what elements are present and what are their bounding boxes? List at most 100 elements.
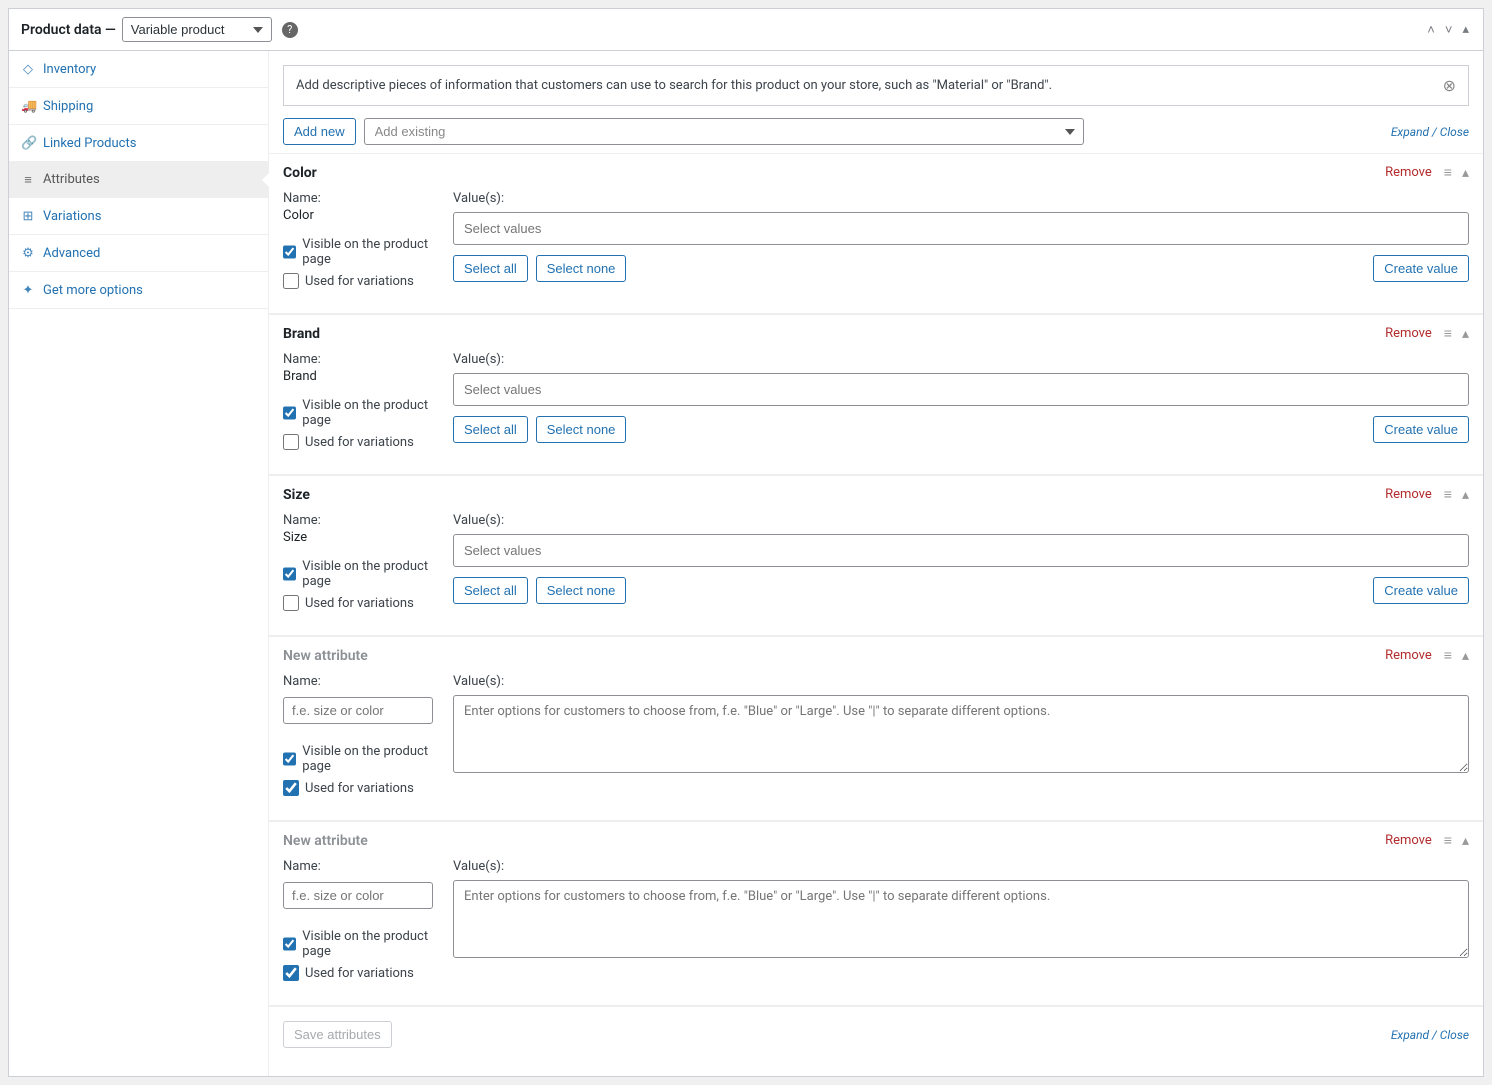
attribute-name-input[interactable]	[283, 882, 433, 909]
used-variations-checkbox-row[interactable]: Used for variations	[283, 965, 433, 981]
attribute-header[interactable]: Size Remove ≡ ▴	[269, 476, 1483, 513]
visible-checkbox-row[interactable]: Visible on the product page	[283, 559, 433, 589]
used-variations-checkbox[interactable]	[283, 965, 299, 981]
attribute-row: New attribute Remove ≡ ▴ Name: Visible o…	[269, 821, 1483, 1006]
panel-header-controls: ˄ ˅ ▴	[1425, 22, 1471, 38]
sidebar-item-attributes[interactable]: ≡ Attributes	[9, 162, 268, 198]
toggle-triangle-icon[interactable]: ▴	[1460, 22, 1471, 37]
visible-checkbox-row[interactable]: Visible on the product page	[283, 744, 433, 774]
product-data-panel: Product data — Variable product ? ˄ ˅ ▴ …	[8, 8, 1484, 1077]
sidebar-item-shipping[interactable]: 🚚 Shipping	[9, 88, 268, 125]
expand-close-link[interactable]: Expand / Close	[1391, 125, 1469, 139]
visible-checkbox-row[interactable]: Visible on the product page	[283, 929, 433, 959]
used-variations-checkbox[interactable]	[283, 434, 299, 450]
used-variations-checkbox-row[interactable]: Used for variations	[283, 595, 433, 611]
values-select[interactable]	[453, 534, 1469, 567]
expand-close-link[interactable]: Expand / Close	[1391, 1028, 1469, 1042]
add-new-button[interactable]: Add new	[283, 118, 356, 145]
drag-handle-icon[interactable]: ≡	[1444, 325, 1452, 342]
select-all-button[interactable]: Select all	[453, 416, 528, 443]
values-textarea[interactable]	[453, 880, 1469, 958]
attribute-name-text: Brand	[283, 369, 433, 384]
values-label: Value(s):	[453, 352, 1469, 367]
select-none-button[interactable]: Select none	[536, 577, 627, 604]
sidebar-item-get-more-options[interactable]: ✦ Get more options	[9, 272, 268, 309]
attribute-title: Color	[283, 165, 317, 181]
link-icon: 🔗	[21, 135, 35, 151]
used-variations-checkbox-row[interactable]: Used for variations	[283, 434, 433, 450]
values-textarea[interactable]	[453, 695, 1469, 773]
visible-checkbox[interactable]	[283, 244, 296, 260]
create-value-button[interactable]: Create value	[1373, 255, 1469, 282]
visible-checkbox[interactable]	[283, 566, 296, 582]
product-type-select[interactable]: Variable product	[122, 17, 272, 42]
attribute-title: New attribute	[283, 833, 368, 849]
sidebar-item-label: Shipping	[43, 99, 93, 114]
drag-handle-icon[interactable]: ≡	[1444, 647, 1452, 664]
marketplace-icon: ✦	[21, 282, 35, 298]
chevron-down-icon[interactable]: ˅	[1443, 22, 1455, 38]
panel-title: Product data —	[21, 22, 116, 38]
visible-checkbox-row[interactable]: Visible on the product page	[283, 237, 433, 267]
remove-attribute-link[interactable]: Remove	[1385, 648, 1432, 663]
used-variations-checkbox-row[interactable]: Used for variations	[283, 780, 433, 796]
dismiss-notice-icon[interactable]: ⊗	[1443, 76, 1456, 95]
used-variations-checkbox[interactable]	[283, 595, 299, 611]
used-variations-checkbox[interactable]	[283, 780, 299, 796]
collapse-icon[interactable]: ▴	[1462, 165, 1469, 181]
remove-attribute-link[interactable]: Remove	[1385, 487, 1432, 502]
drag-handle-icon[interactable]: ≡	[1444, 164, 1452, 181]
attribute-body: Name: Brand Visible on the product page …	[269, 352, 1483, 475]
select-none-button[interactable]: Select none	[536, 255, 627, 282]
visible-checkbox[interactable]	[283, 936, 296, 952]
visible-checkbox[interactable]	[283, 751, 296, 767]
name-label: Name:	[283, 191, 433, 206]
select-all-button[interactable]: Select all	[453, 577, 528, 604]
name-label: Name:	[283, 513, 433, 528]
sidebar-item-label: Advanced	[43, 246, 100, 261]
create-value-button[interactable]: Create value	[1373, 577, 1469, 604]
product-data-sidebar: ◇ Inventory 🚚 Shipping 🔗 Linked Products…	[9, 51, 269, 1076]
select-all-button[interactable]: Select all	[453, 255, 528, 282]
sidebar-item-advanced[interactable]: ⚙ Advanced	[9, 235, 268, 272]
name-label: Name:	[283, 352, 433, 367]
attribute-header[interactable]: New attribute Remove ≡ ▴	[269, 822, 1483, 859]
attribute-row: Brand Remove ≡ ▴ Name: Brand Visible on …	[269, 314, 1483, 475]
drag-handle-icon[interactable]: ≡	[1444, 832, 1452, 849]
attribute-title: Brand	[283, 326, 320, 342]
sidebar-item-inventory[interactable]: ◇ Inventory	[9, 51, 268, 88]
attribute-header[interactable]: New attribute Remove ≡ ▴	[269, 637, 1483, 674]
sidebar-item-variations[interactable]: ⊞ Variations	[9, 198, 268, 235]
collapse-icon[interactable]: ▴	[1462, 648, 1469, 664]
collapse-icon[interactable]: ▴	[1462, 326, 1469, 342]
notice-text: Add descriptive pieces of information th…	[296, 78, 1052, 93]
info-notice: Add descriptive pieces of information th…	[283, 65, 1469, 106]
used-variations-checkbox-row[interactable]: Used for variations	[283, 273, 433, 289]
visible-checkbox-row[interactable]: Visible on the product page	[283, 398, 433, 428]
add-existing-select[interactable]: Add existing	[364, 118, 1084, 145]
attribute-header[interactable]: Color Remove ≡ ▴	[269, 154, 1483, 191]
visible-checkbox[interactable]	[283, 405, 296, 421]
values-select[interactable]	[453, 212, 1469, 245]
attribute-body: Name: Visible on the product page Used f…	[269, 674, 1483, 821]
remove-attribute-link[interactable]: Remove	[1385, 833, 1432, 848]
remove-attribute-link[interactable]: Remove	[1385, 165, 1432, 180]
used-variations-checkbox[interactable]	[283, 273, 299, 289]
remove-attribute-link[interactable]: Remove	[1385, 326, 1432, 341]
attribute-title: New attribute	[283, 648, 368, 664]
help-icon[interactable]: ?	[282, 22, 298, 38]
values-select[interactable]	[453, 373, 1469, 406]
create-value-button[interactable]: Create value	[1373, 416, 1469, 443]
attribute-header[interactable]: Brand Remove ≡ ▴	[269, 315, 1483, 352]
chevron-up-icon[interactable]: ˄	[1425, 22, 1437, 38]
attribute-name-input[interactable]	[283, 697, 433, 724]
name-label: Name:	[283, 859, 433, 874]
drag-handle-icon[interactable]: ≡	[1444, 486, 1452, 503]
attribute-row: Color Remove ≡ ▴ Name: Color Visible on …	[269, 153, 1483, 314]
collapse-icon[interactable]: ▴	[1462, 487, 1469, 503]
save-attributes-button[interactable]: Save attributes	[283, 1021, 392, 1048]
sidebar-item-linked-products[interactable]: 🔗 Linked Products	[9, 125, 268, 162]
attribute-name-text: Color	[283, 208, 433, 223]
select-none-button[interactable]: Select none	[536, 416, 627, 443]
collapse-icon[interactable]: ▴	[1462, 833, 1469, 849]
